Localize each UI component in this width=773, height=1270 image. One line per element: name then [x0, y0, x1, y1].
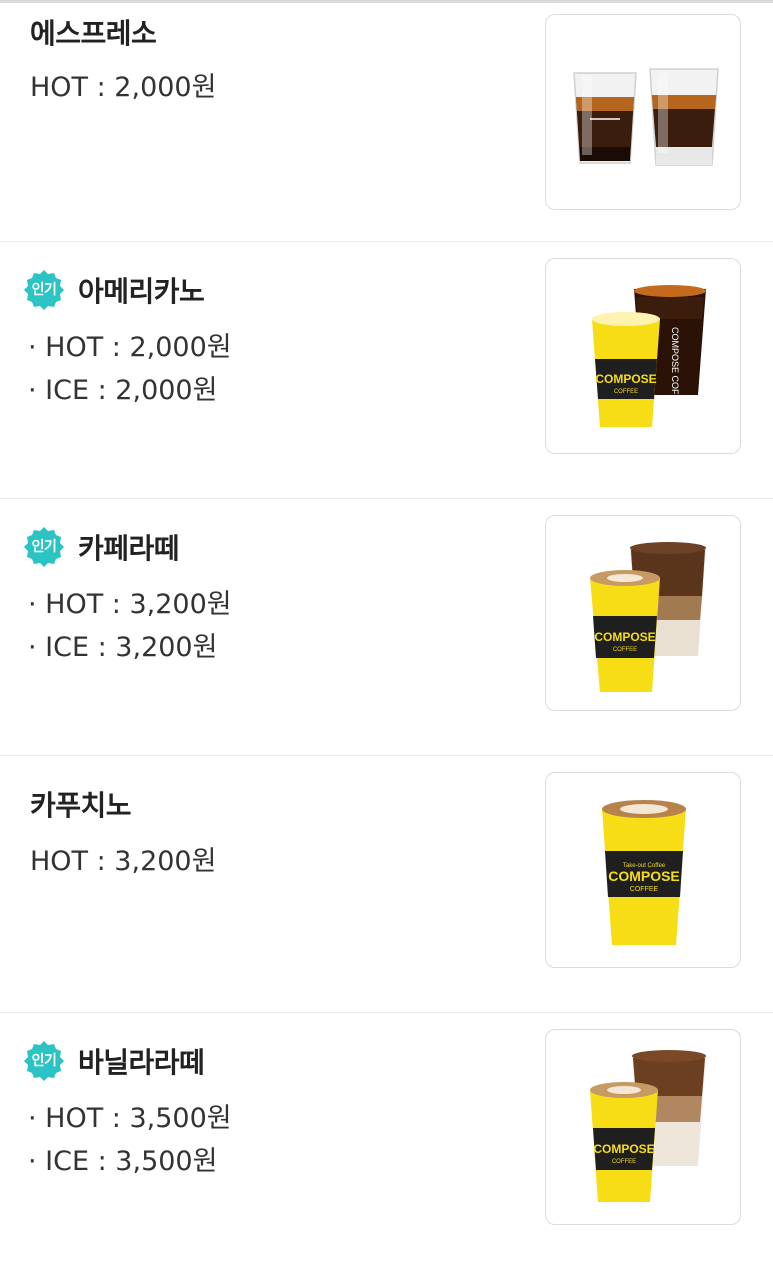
cappuccino-cup-icon: Take-out Coffee COMPOSE COFFEE — [602, 800, 686, 945]
menu-thumbnail[interactable]: COMPOSE COFFEE — [545, 515, 741, 711]
cup-brand-subtext: COFFEE — [630, 886, 659, 893]
price-ice: · ICE : 3,500원 — [28, 1146, 218, 1177]
menu-title-row: 인기 아메리카노 — [22, 268, 205, 312]
cup-brand-subtext: COFFEE — [613, 647, 637, 653]
menu-prices: · HOT : 3,200원 · ICE : 3,200원 — [28, 583, 232, 669]
cup-brand-subtext: COFFEE — [614, 389, 638, 395]
americano-cups-icon: COMPOSE COFFEE COMPOSE COFFEE — [592, 285, 706, 427]
menu-prices: · HOT : 2,000원 · ICE : 2,000원 — [28, 326, 232, 412]
menu-thumbnail[interactable]: COMPOSE COFFEE COMPOSE COFFEE — [545, 258, 741, 454]
price-hot: · HOT : 3,500원 — [28, 1103, 232, 1134]
price-ice: · ICE : 2,000원 — [28, 375, 218, 406]
menu-name: 에스프레소 — [30, 17, 157, 50]
menu-item-cafe-latte[interactable]: 인기 카페라떼 · HOT : 3,200원 · ICE : 3,200원 CO… — [0, 499, 773, 756]
menu-list: 에스프레소 HOT : 2,000원 인기 아메리카노 · HOT: 2,00… — [0, 0, 773, 1270]
cup-brand-text: COMPOSE COFFEE — [670, 327, 680, 412]
menu-item-espresso[interactable]: 에스프레소 HOT : 2,000원 — [0, 0, 773, 242]
menu-name: 아메리카노 — [78, 275, 205, 308]
menu-item-cappuccino[interactable]: 카푸치노 HOT : 3,200원 Take-out Coffee COMPOS… — [0, 756, 773, 1013]
badge-label: 인기 — [31, 1053, 57, 1069]
menu-prices: HOT : 2,000원 — [30, 66, 216, 109]
price-hot: · HOT : 3,200원 — [28, 589, 232, 620]
menu-prices: HOT : 3,200원 — [30, 840, 216, 883]
cup-brand-text: COMPOSE — [594, 630, 655, 644]
latte-cups-icon: COMPOSE COFFEE — [590, 542, 706, 692]
menu-title-row: 카푸치노 — [22, 782, 132, 826]
cup-brand-text: COMPOSE — [593, 1142, 654, 1156]
menu-title-row: 인기 바닐라라떼 — [22, 1039, 205, 1083]
menu-item-americano[interactable]: 인기 아메리카노 · HOT : 2,000원 · ICE : 2,000원 C… — [0, 242, 773, 499]
menu-thumbnail[interactable] — [545, 14, 741, 210]
popular-badge: 인기 — [22, 1039, 66, 1083]
cup-brand-text: COMPOSE — [595, 372, 656, 386]
menu-thumbnail[interactable]: COMPOSE COFFEE — [545, 1029, 741, 1225]
menu-title-row: 인기 카페라떼 — [22, 525, 180, 569]
cup-brand-subtext: COFFEE — [612, 1159, 636, 1165]
badge-label: 인기 — [31, 282, 57, 298]
popular-badge: 인기 — [22, 268, 66, 312]
menu-name: 바닐라라떼 — [78, 1046, 205, 1079]
menu-prices: · HOT : 3,500원 · ICE : 3,500원 — [28, 1097, 232, 1183]
price-hot: · HOT : 2,000원 — [28, 332, 232, 363]
badge-label: 인기 — [31, 539, 57, 555]
popular-badge: 인기 — [22, 525, 66, 569]
price-ice: · ICE : 3,200원 — [28, 632, 218, 663]
menu-title-row: 에스프레소 — [22, 10, 157, 54]
menu-name: 카페라떼 — [78, 532, 180, 565]
menu-item-vanilla-latte[interactable]: 인기 바닐라라떼 · HOT : 3,500원 · ICE : 3,500원 C… — [0, 1013, 773, 1270]
espresso-shots-icon — [573, 68, 719, 166]
vanilla-latte-cups-icon: COMPOSE COFFEE — [590, 1050, 706, 1202]
cup-brand-text: COMPOSE — [608, 868, 680, 884]
menu-thumbnail[interactable]: Take-out Coffee COMPOSE COFFEE — [545, 772, 741, 968]
price-hot: HOT : 2,000원 — [30, 72, 217, 103]
price-hot: HOT : 3,200원 — [30, 846, 217, 877]
menu-name: 카푸치노 — [30, 789, 132, 822]
